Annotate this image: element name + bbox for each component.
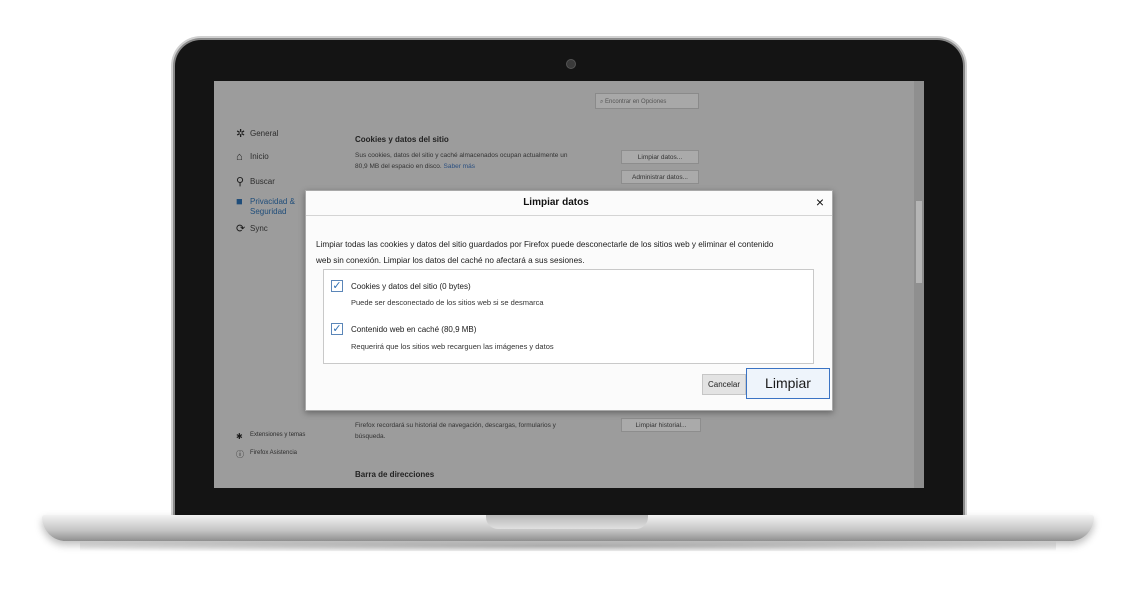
sidebar-item-sync[interactable]: ⟳ Sync [236, 223, 268, 235]
dialog-title: Limpiar datos [523, 197, 589, 208]
cache-checkbox[interactable]: ✓ [331, 323, 343, 335]
sidebar-item-extensiones[interactable]: ✱ Extensiones y temas [236, 432, 305, 442]
sidebar-item-label: Firefox Asistencia [250, 450, 298, 456]
cookies-checkbox-description: Puede ser desconectado de los sitios web… [351, 298, 544, 307]
sidebar-item-label: General [250, 129, 279, 138]
manage-data-button[interactable]: Administrar datos... [621, 170, 699, 184]
sidebar-item-label: Sync [250, 224, 268, 233]
cookies-checkbox[interactable]: ✓ [331, 280, 343, 292]
search-icon: ⚲ [236, 176, 245, 188]
address-bar-section-title: Barra de direcciones [355, 470, 435, 479]
webcam-icon [566, 59, 576, 69]
dialog-intro: Limpiar todas las cookies y datos del si… [316, 237, 826, 269]
history-desc-line1: Firefox recordará su historial de navega… [355, 422, 556, 429]
history-description: Firefox recordará su historial de navega… [355, 420, 556, 442]
home-icon: ⌂ [236, 151, 243, 163]
cookies-section-title: Cookies y datos del sitio [355, 135, 449, 144]
cache-checkbox-description: Requerirá que los sitios web recarguen l… [351, 342, 554, 351]
clear-options-list: ✓ Cookies y datos del sitio (0 bytes) Pu… [323, 269, 814, 364]
dialog-intro-line2: web sin conexión. Limpiar los datos del … [316, 256, 585, 265]
sidebar-item-label: Inicio [250, 152, 269, 161]
cache-checkbox-label[interactable]: Contenido web en caché (80,9 MB) [351, 325, 476, 334]
sidebar-item-buscar[interactable]: ⚲ Buscar [236, 176, 275, 188]
learn-more-link[interactable]: Saber más [444, 163, 475, 170]
clear-data-button[interactable]: Limpiar datos... [621, 150, 699, 164]
gear-icon: ✲ [236, 128, 246, 140]
sidebar-item-inicio[interactable]: ⌂ Inicio [236, 151, 269, 163]
clear-data-dialog: Limpiar datos × Limpiar todas las cookie… [305, 190, 833, 411]
options-search-input[interactable]: ⌕ Encontrar en Opciones [595, 93, 699, 109]
sidebar-item-asistencia[interactable]: ⓘ Firefox Asistencia [236, 450, 297, 460]
clear-history-button[interactable]: Limpiar historial... [621, 418, 701, 432]
scrollbar-thumb[interactable] [916, 201, 922, 283]
lock-icon: ■ [236, 196, 243, 208]
scrollbar[interactable] [914, 81, 924, 488]
cookies-desc-line2: 80,9 MB del espacio en disco. [355, 163, 442, 170]
cookies-checkbox-label[interactable]: Cookies y datos del sitio (0 bytes) [351, 282, 471, 291]
dialog-intro-line1: Limpiar todas las cookies y datos del si… [316, 240, 774, 249]
laptop-shadow [80, 541, 1056, 551]
sidebar-item-privacidad[interactable]: ■ Privacidad & Seguridad [236, 197, 306, 217]
sidebar-item-general[interactable]: ✲ General [236, 128, 279, 140]
cookies-desc-line1: Sus cookies, datos del sitio y caché alm… [355, 152, 568, 159]
sidebar-item-label: Extensiones y temas [250, 432, 306, 438]
close-icon[interactable]: × [816, 194, 824, 210]
history-desc-line2: búsqueda. [355, 433, 386, 440]
cookies-description: Sus cookies, datos del sitio y caché alm… [355, 150, 567, 172]
sidebar-item-label: Buscar [250, 177, 275, 186]
search-placeholder: Encontrar en Opciones [605, 99, 667, 105]
help-icon: ⓘ [236, 450, 244, 459]
puzzle-icon: ✱ [236, 432, 243, 441]
laptop-notch [486, 515, 648, 529]
cancel-button[interactable]: Cancelar [702, 374, 746, 395]
sync-icon: ⟳ [236, 223, 246, 235]
dialog-titlebar: Limpiar datos × [306, 191, 832, 216]
clear-confirm-button[interactable]: Limpiar [746, 368, 830, 399]
sidebar-item-label: Privacidad & Seguridad [250, 197, 295, 216]
